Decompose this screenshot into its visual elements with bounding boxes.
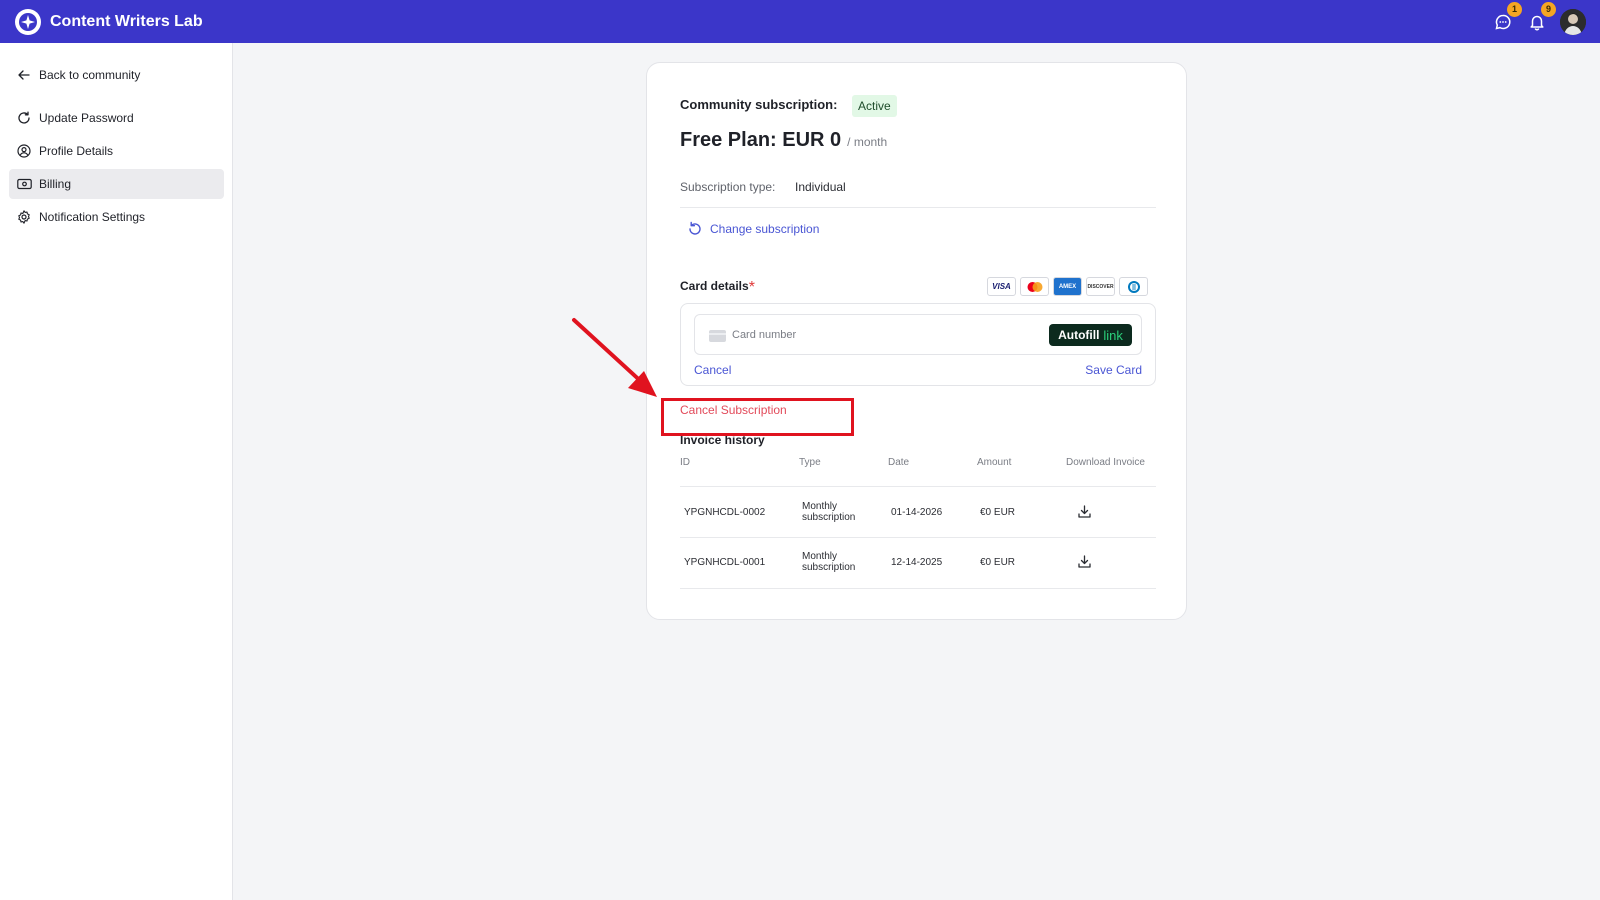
- back-to-community-label: Back to community: [39, 68, 141, 82]
- sidebar-item-label: Billing: [39, 177, 72, 191]
- invoice-amount: €0 EUR: [980, 507, 1016, 518]
- invoice-id: YPGNHCDL-0001: [684, 557, 766, 568]
- link-logo-text: link: [1103, 327, 1123, 343]
- annotation-highlight-box: [661, 398, 854, 436]
- sidebar-item-update-password[interactable]: Update Password: [9, 103, 224, 133]
- table-row: YPGNHCDL-0001 Monthly subscription 12-14…: [680, 538, 1156, 588]
- column-header-download: Download Invoice: [1066, 457, 1145, 468]
- billing-card: Community subscription: Active Free Plan…: [646, 62, 1187, 620]
- table-row: YPGNHCDL-0002 Monthly subscription 01-14…: [680, 487, 1156, 537]
- sidebar-item-billing[interactable]: Billing: [9, 169, 224, 199]
- user-circle-icon: [16, 143, 32, 159]
- download-icon[interactable]: [1077, 504, 1092, 524]
- card-form: Card number Autofill link Cancel Save Car…: [680, 303, 1156, 386]
- app-name: Content Writers Lab: [50, 12, 203, 30]
- chat-button[interactable]: 1: [1492, 1, 1522, 33]
- sidebar-item-label: Update Password: [39, 111, 134, 125]
- sidebar-item-label: Profile Details: [39, 144, 114, 158]
- autofill-link-button[interactable]: Autofill link: [1049, 324, 1132, 346]
- card-number-placeholder: Card number: [732, 329, 797, 341]
- annotation-arrow-icon: [572, 318, 657, 397]
- change-subscription-button[interactable]: Change subscription: [687, 221, 819, 237]
- plan-period: / month: [847, 135, 888, 149]
- divider: [680, 588, 1156, 589]
- arrow-left-icon: [16, 67, 32, 83]
- diners-club-icon: [1119, 277, 1148, 296]
- avatar[interactable]: [1560, 8, 1586, 35]
- column-header-type: Type: [799, 457, 821, 468]
- invoice-type: Monthly subscription: [802, 501, 856, 523]
- invoice-id: YPGNHCDL-0002: [684, 507, 766, 518]
- autofill-label: Autofill: [1058, 328, 1100, 342]
- amex-icon: AMEX: [1053, 277, 1082, 296]
- notifications-button[interactable]: 9: [1526, 1, 1556, 33]
- card-number-field[interactable]: Card number Autofill link: [694, 314, 1142, 355]
- download-icon[interactable]: [1077, 554, 1092, 574]
- gear-icon: [16, 209, 32, 225]
- chat-badge: 1: [1507, 1, 1522, 17]
- discover-icon: DISCOVER: [1086, 277, 1115, 296]
- credit-card-icon: [709, 329, 726, 347]
- sidebar-item-profile-details[interactable]: Profile Details: [9, 136, 224, 166]
- notifications-badge: 9: [1541, 1, 1556, 17]
- sidebar-item-notification-settings[interactable]: Notification Settings: [9, 202, 224, 232]
- subscription-label: Community subscription:: [680, 97, 838, 112]
- status-badge: Active: [852, 95, 897, 117]
- column-header-amount: Amount: [977, 457, 1012, 468]
- mastercard-icon: [1020, 277, 1049, 296]
- invoice-date: 12-14-2025: [891, 557, 943, 568]
- invoice-type: Monthly subscription: [802, 551, 856, 573]
- refresh-icon: [689, 221, 701, 235]
- settings-sidebar: Back to community Update Password Profil…: [0, 43, 233, 900]
- save-card-button[interactable]: Save Card: [1085, 363, 1142, 377]
- refresh-icon: [16, 110, 32, 126]
- subscription-type-label: Subscription type:: [680, 180, 776, 194]
- sparkle-logo-icon: [15, 8, 41, 35]
- visa-icon: VISA: [987, 277, 1016, 296]
- invoice-amount: €0 EUR: [980, 557, 1016, 568]
- column-header-id: ID: [680, 457, 690, 468]
- top-bar: Content Writers Lab 1 9: [0, 0, 1600, 43]
- cancel-card-button[interactable]: Cancel: [694, 363, 731, 377]
- change-subscription-label: Change subscription: [710, 222, 820, 236]
- column-header-date: Date: [888, 457, 910, 468]
- invoice-date: 01-14-2026: [891, 507, 943, 518]
- back-to-community-link[interactable]: Back to community: [9, 60, 224, 90]
- card-details-label: Card details: [680, 279, 749, 293]
- plan-title: Free Plan: EUR 0: [680, 129, 842, 151]
- billing-icon: [16, 176, 32, 192]
- required-mark: *: [748, 279, 755, 296]
- subscription-type-value: Individual: [795, 180, 846, 194]
- divider: [680, 207, 1156, 208]
- brand[interactable]: Content Writers Lab: [15, 8, 203, 35]
- sidebar-item-label: Notification Settings: [39, 210, 146, 224]
